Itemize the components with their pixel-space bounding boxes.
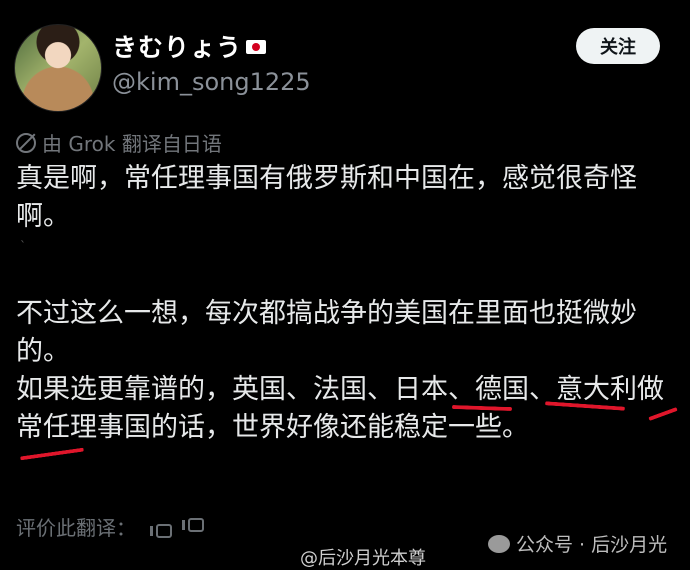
display-name-text[interactable]: きむりょう: [112, 33, 242, 62]
thumb-down-icon[interactable]: [182, 517, 204, 536]
rate-translation-label: 评价此翻译：: [16, 516, 136, 540]
tweet-paragraph-3: 如果选更靠谱的，英国、法国、日本、德国、意大利做常任理事国的话，世界好像还能稳定…: [16, 374, 664, 443]
translation-note: 由 Grok 翻译自日语: [16, 128, 222, 157]
avatar[interactable]: [14, 24, 102, 112]
wechat-watermark-text: 公众号 · 后沙月光: [516, 534, 668, 556]
tweet-paragraph-1: 真是啊，常任理事国有俄罗斯和中国在，感觉很奇怪啊。: [16, 163, 637, 232]
follow-button[interactable]: 关注: [576, 28, 660, 64]
user-handle[interactable]: @kim_song1225: [112, 68, 311, 96]
translation-note-text: 由 Grok 翻译自日语: [42, 132, 222, 156]
thumb-up-icon[interactable]: [150, 518, 172, 538]
tweet-stray-mark: `: [20, 239, 26, 253]
wechat-watermark: 公众号 · 后沙月光: [488, 530, 667, 557]
weibo-watermark: @后沙月光本尊: [300, 548, 426, 569]
tweet-paragraph-2: 不过这么一想，每次都搞战争的美国在里面也挺微妙的。: [16, 298, 637, 367]
translation-rating: 评价此翻译：: [16, 512, 204, 541]
underline-italy: [20, 447, 84, 461]
translate-icon: [16, 132, 36, 153]
wechat-icon: [488, 534, 510, 553]
display-name[interactable]: きむりょう: [112, 28, 267, 64]
japan-flag-icon: [246, 40, 267, 54]
